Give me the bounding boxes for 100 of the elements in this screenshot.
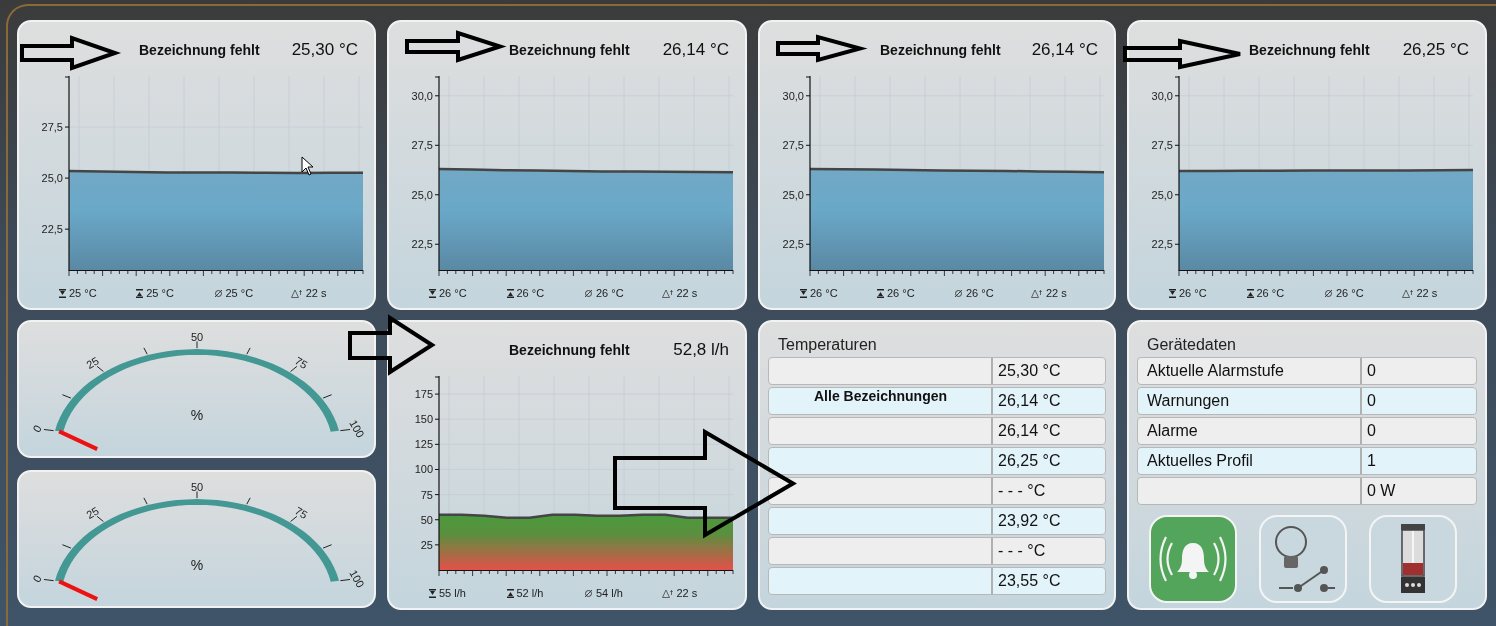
- axis-label: 30,0: [1151, 89, 1173, 102]
- chart-reading: 26,14 °C: [662, 40, 729, 60]
- axis-label: 25,0: [1151, 188, 1173, 201]
- axis-label: 27,5: [1151, 139, 1173, 152]
- chart-reading: 26,25 °C: [1402, 40, 1469, 60]
- stat-value: 55 l/h: [439, 587, 466, 599]
- time-span-icon: [661, 288, 674, 298]
- device-button[interactable]: [1369, 515, 1457, 603]
- card-title: Gerätedaten: [1146, 335, 1237, 355]
- table-cell-text: 0 W: [1366, 481, 1397, 501]
- table-cell: Aktuelles Profil: [1138, 448, 1362, 474]
- device-button[interactable]: [1259, 515, 1347, 603]
- time-span-icon: [661, 588, 674, 598]
- axis-label: 100: [414, 463, 433, 476]
- average-icon: [1324, 288, 1333, 298]
- average-icon: [954, 288, 963, 298]
- minimum-icon: [877, 288, 884, 298]
- axis-label: 75: [420, 488, 433, 501]
- chart-reading: 26,14 °C: [1031, 40, 1098, 60]
- gauge-label: 50: [190, 480, 204, 493]
- table-cell: Alarme: [1138, 418, 1362, 444]
- axis-label: 22,5: [41, 223, 63, 236]
- stat-value: 54 l/h: [596, 587, 623, 599]
- stat-value: 26 °C: [810, 287, 838, 299]
- stat-value: 22 s: [676, 287, 698, 299]
- mouse-cursor-icon: [301, 156, 314, 176]
- gauge-label: 75: [293, 504, 310, 521]
- maximum-icon: [800, 288, 807, 298]
- gauge-label: 100: [347, 567, 367, 590]
- stat-value: 26 °C: [1179, 287, 1207, 299]
- table-cell-text: - - - °C: [997, 481, 1047, 501]
- axis-label: 25,0: [782, 188, 804, 201]
- gauge-label: 50: [190, 330, 204, 343]
- average-icon: [213, 288, 223, 298]
- tank-icon: [1400, 523, 1426, 595]
- time-span-icon: [1031, 288, 1043, 298]
- axis-label: 27,5: [411, 139, 433, 152]
- axis-label: 30,0: [411, 89, 433, 102]
- table-cell-text: 1: [1366, 451, 1377, 471]
- gauge-label: 0: [30, 573, 44, 585]
- axis-label: 25,0: [41, 172, 63, 185]
- axis-label: 125: [414, 438, 433, 451]
- stat-value: 26 °C: [966, 287, 994, 299]
- axis-label: 22,5: [782, 238, 804, 251]
- table-cell-text: 25,30 °C: [997, 361, 1062, 381]
- chart-title: Bezeichnung fehlt: [509, 342, 631, 358]
- stat-value: 25 °C: [69, 287, 97, 299]
- table-cell: Aktuelle Alarmstufe: [1138, 358, 1362, 384]
- table-cell-text: 26,14 °C: [997, 421, 1062, 441]
- minimum-icon: [136, 288, 144, 298]
- axis-label: 25,0: [411, 188, 433, 201]
- annotation-text: Alle Bezeichnungen: [814, 387, 949, 406]
- axis-label: 22,5: [1151, 238, 1173, 251]
- maximum-icon: [429, 288, 436, 298]
- stat-value: 52 l/h: [516, 587, 544, 599]
- axis-label: 27,5: [782, 139, 804, 152]
- stat-value: 22 s: [676, 587, 698, 599]
- chart-reading: 52,8 l/h: [673, 340, 729, 360]
- minimum-icon: [506, 588, 514, 598]
- average-icon: [584, 588, 593, 598]
- chart-title: Bezeichnung fehlt: [1249, 42, 1371, 58]
- average-icon: [584, 288, 593, 298]
- axis-label: 22,5: [411, 238, 433, 251]
- chart-reading: 25,30 °C: [291, 40, 358, 60]
- stat-value: 26 °C: [1256, 287, 1285, 299]
- gauge-label: 25: [84, 504, 101, 521]
- time-span-icon: [290, 288, 303, 298]
- axis-label: 30,0: [782, 89, 804, 102]
- maximum-icon: [429, 588, 436, 598]
- table-cell-text: - - - °C: [997, 541, 1047, 561]
- stat-value: 26 °C: [516, 287, 545, 299]
- axis-label: 27,5: [41, 121, 63, 134]
- stat-value: 22 s: [305, 287, 327, 299]
- gauge-label: 75: [293, 354, 310, 371]
- stat-value: 22 s: [1046, 287, 1067, 299]
- gauge-unit: %: [190, 557, 204, 573]
- chart-title: Bezeichnung fehlt: [880, 42, 1002, 58]
- maximum-icon: [1169, 288, 1176, 298]
- gauge-label: 25: [84, 354, 101, 371]
- stat-value: 25 °C: [225, 287, 254, 299]
- table-cell-text: 0: [1366, 391, 1377, 411]
- maximum-icon: [59, 288, 66, 298]
- gauge-unit: %: [190, 407, 204, 423]
- axis-label: 150: [414, 413, 433, 426]
- axis-label: 50: [420, 513, 433, 526]
- minimum-icon: [506, 288, 514, 298]
- stat-value: 26 °C: [596, 287, 624, 299]
- chart-title: Bezeichnung fehlt: [139, 42, 261, 58]
- time-span-icon: [1401, 288, 1414, 298]
- card-title: Temperaturen: [777, 335, 878, 355]
- gauge-needle: [58, 579, 99, 601]
- axis-label: 25: [420, 538, 433, 551]
- stat-value: 26 °C: [887, 287, 915, 299]
- axis-label: 175: [414, 388, 433, 401]
- table-cell-text: 23,92 °C: [997, 511, 1062, 531]
- table-cell: Warnungen: [1138, 388, 1362, 414]
- gauge-needle: [58, 429, 99, 451]
- stat-value: 22 s: [1416, 287, 1438, 299]
- table-cell-text: 26,14 °C: [997, 391, 1062, 411]
- table-cell-text: 26,25 °C: [997, 451, 1062, 471]
